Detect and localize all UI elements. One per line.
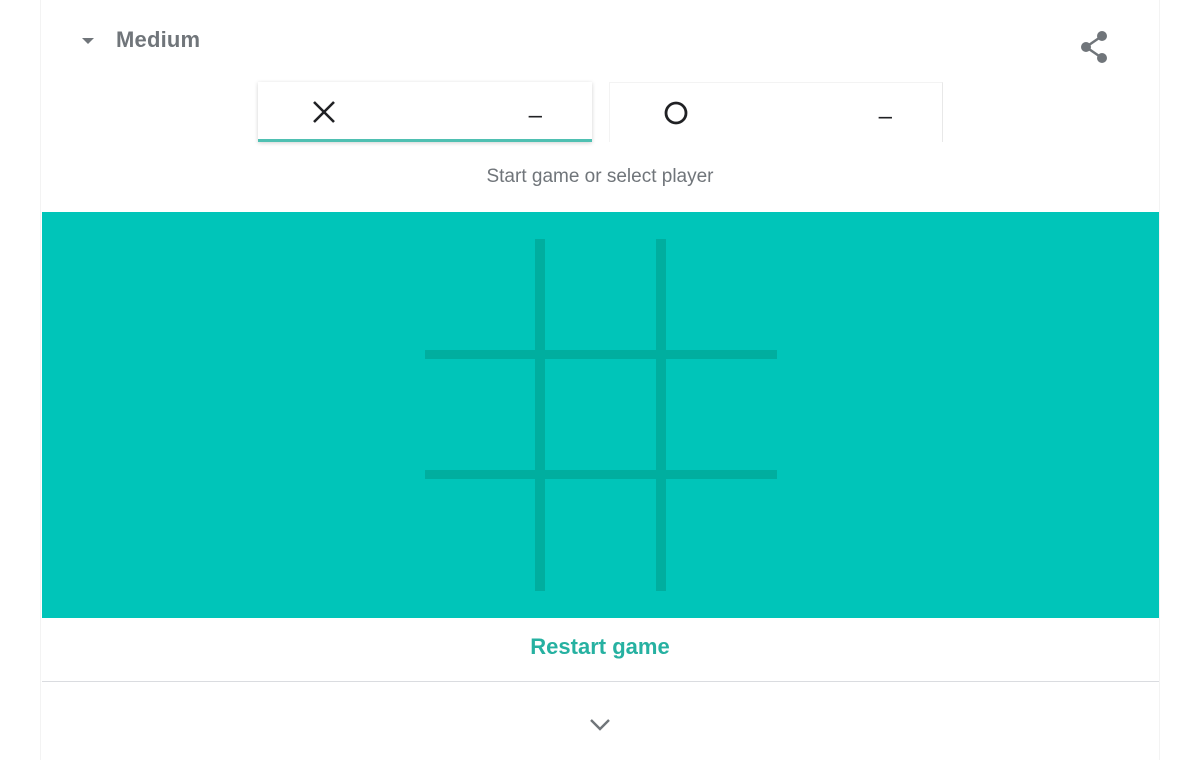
player-x-selector[interactable]: – xyxy=(258,82,592,142)
board-cell-5[interactable] xyxy=(545,359,661,475)
x-mark-icon xyxy=(313,101,335,123)
divider xyxy=(42,681,1159,682)
player-x-score: – xyxy=(528,102,542,129)
board-cell-1[interactable] xyxy=(425,239,541,355)
board-cell-6[interactable] xyxy=(666,359,782,475)
player-o-score: – xyxy=(878,103,892,130)
game-board-area xyxy=(42,212,1159,618)
board-cell-4[interactable] xyxy=(425,359,541,475)
game-status-text: Start game or select player xyxy=(486,166,714,187)
chevron-down-icon xyxy=(590,719,610,731)
game-board xyxy=(425,239,777,591)
share-icon xyxy=(1081,31,1107,63)
share-button[interactable] xyxy=(1074,26,1116,68)
board-cell-3[interactable] xyxy=(666,239,782,355)
board-cell-8[interactable] xyxy=(545,479,661,595)
board-cell-2[interactable] xyxy=(545,239,661,355)
restart-game-button[interactable]: Restart game xyxy=(0,634,1200,660)
difficulty-dropdown[interactable]: Medium xyxy=(78,24,200,56)
expand-button[interactable] xyxy=(586,710,614,738)
board-cell-7[interactable] xyxy=(425,479,541,595)
board-cell-9[interactable] xyxy=(666,479,782,595)
player-o-selector[interactable]: – xyxy=(609,82,943,142)
tic-tac-toe-widget: Medium – – Start game or select player R… xyxy=(0,0,1200,760)
difficulty-label: Medium xyxy=(116,27,201,52)
caret-down-icon xyxy=(82,38,94,44)
o-mark-icon xyxy=(664,101,688,125)
